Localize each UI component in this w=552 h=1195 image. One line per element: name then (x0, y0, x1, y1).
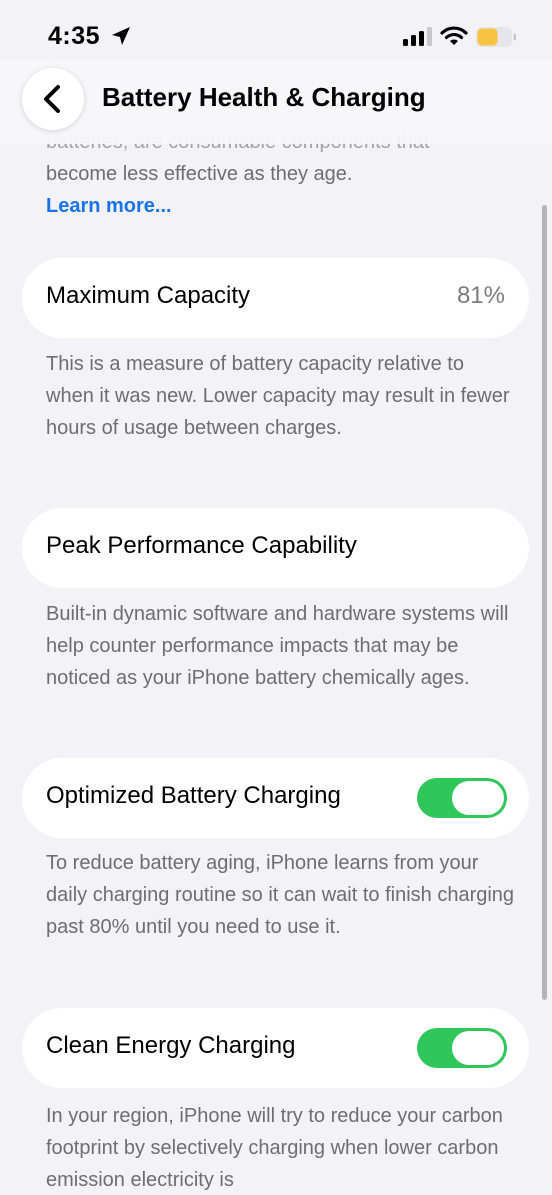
clean-energy-description: In your region, iPhone will try to reduc… (46, 1105, 503, 1191)
battery-health-screen: batteries, are consumable components tha… (0, 0, 552, 1195)
learn-more-link[interactable]: Learn more... (46, 190, 506, 222)
chevron-left-icon (44, 85, 60, 113)
peak-performance-label: Peak Performance Capability (46, 532, 357, 559)
maximum-capacity-row: Maximum Capacity 81% (22, 258, 529, 338)
location-arrow-icon (112, 27, 130, 45)
maximum-capacity-description: This is a measure of battery capacity re… (46, 353, 510, 439)
toggle-knob (452, 781, 504, 815)
optimized-charging-label: Optimized Battery Charging (46, 782, 341, 809)
clean-energy-toggle[interactable] (417, 1028, 507, 1068)
maximum-capacity-label: Maximum Capacity (46, 282, 251, 309)
optimized-charging-toggle[interactable] (417, 778, 507, 818)
optimized-charging-row: Optimized Battery Charging (22, 758, 529, 838)
intro-line: become less effective as they age. (46, 163, 353, 185)
maximum-capacity-value: 81% (456, 282, 505, 309)
clean-energy-row: Clean Energy Charging (22, 1008, 529, 1088)
peak-performance-row: Peak Performance Capability (22, 508, 529, 588)
clean-energy-label: Clean Energy Charging (46, 1032, 296, 1059)
cellular-signal-icon (403, 27, 432, 46)
back-button[interactable] (22, 68, 84, 130)
wifi-icon (440, 26, 468, 45)
scrollbar[interactable] (542, 205, 547, 1000)
toggle-knob (452, 1031, 504, 1065)
peak-performance-description: Built-in dynamic software and hardware s… (46, 603, 509, 689)
page-title: Battery Health & Charging (102, 82, 426, 112)
settings-content: batteries, are consumable components tha… (0, 0, 552, 1195)
optimized-charging-description: To reduce battery aging, iPhone learns f… (46, 852, 515, 938)
status-bar: 4:35 (0, 0, 552, 60)
navigation-bar: Battery Health & Charging (0, 60, 552, 144)
status-time: 4:35 (48, 22, 101, 50)
battery-low-power-icon (476, 27, 516, 47)
